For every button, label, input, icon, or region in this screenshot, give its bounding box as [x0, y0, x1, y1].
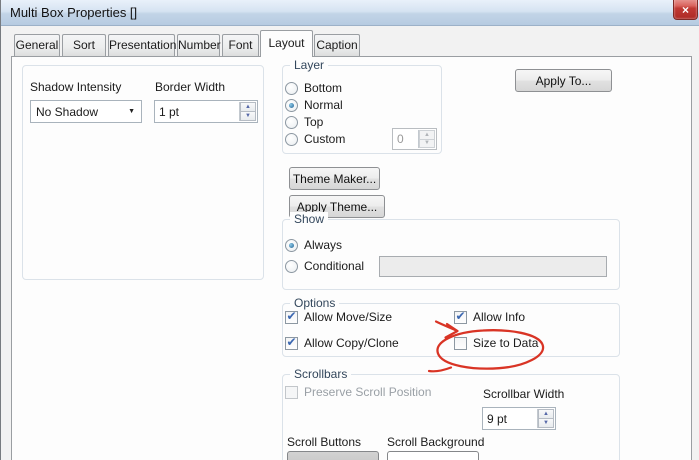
layer-custom-stepper: 0 ▲ ▼	[392, 128, 437, 150]
check-icon: ✔	[286, 335, 297, 349]
arrow-up-icon: ▲	[424, 131, 430, 138]
layer-group-title: Layer	[290, 58, 329, 72]
tab-caption[interactable]: Caption	[314, 34, 360, 56]
radio-icon	[285, 115, 298, 129]
radio-icon	[285, 132, 298, 146]
spin-up-button[interactable]: ▲	[538, 409, 554, 418]
chevron-down-icon: ▼	[128, 107, 135, 115]
tab-label: General	[15, 38, 59, 52]
shadow-intensity-value: No Shadow	[36, 104, 99, 119]
checkbox-checked-icon: ✔	[285, 335, 298, 350]
arrow-down-icon: ▼	[543, 420, 549, 426]
dialog-window: Multi Box Properties [] × General Sort P…	[0, 0, 699, 460]
border-width-label: Border Width	[155, 80, 226, 94]
window-title: Multi Box Properties []	[10, 5, 138, 20]
radio-layer-top[interactable]: Top	[285, 115, 323, 129]
spin-down-button: ▼	[419, 138, 435, 148]
checkbox-allow-move-size[interactable]: ✔ Allow Move/Size	[285, 310, 392, 324]
apply-to-label: Apply To...	[535, 73, 592, 88]
radio-label: Always	[304, 238, 343, 252]
radio-icon	[285, 81, 298, 95]
radio-show-always[interactable]: Always	[285, 238, 342, 252]
tab-label: Number	[178, 38, 221, 52]
checkbox-label: Allow Move/Size	[304, 310, 393, 324]
theme-maker-label: Theme Maker...	[292, 171, 377, 186]
close-button[interactable]: ×	[673, 0, 698, 20]
radio-layer-bottom[interactable]: Bottom	[285, 81, 342, 95]
close-icon: ×	[681, 3, 689, 17]
shadow-border-group	[22, 65, 264, 280]
arrow-up-icon: ▲	[543, 411, 549, 417]
scrollbars-group-title: Scrollbars	[290, 367, 352, 381]
arrow-down-icon: ▼	[424, 140, 430, 147]
layer-custom-value: 0	[397, 132, 404, 146]
layout-tab-page: Shadow Intensity No Shadow ▼ Border Widt…	[11, 56, 692, 460]
radio-icon	[285, 98, 298, 112]
scrollbar-width-stepper[interactable]: 9 pt ▲ ▼	[482, 407, 556, 430]
radio-icon	[285, 259, 298, 273]
radio-label: Bottom	[304, 81, 343, 95]
theme-maker-button[interactable]: Theme Maker...	[289, 167, 380, 190]
radio-icon	[285, 238, 298, 252]
tab-label: Font	[228, 38, 253, 52]
checkbox-preserve-scroll-position: Preserve Scroll Position	[285, 385, 431, 399]
checkbox-checked-icon: ✔	[454, 309, 467, 324]
arrow-down-icon: ▼	[245, 113, 251, 119]
spin-down-button[interactable]: ▼	[240, 111, 256, 121]
tab-label: Presentation	[109, 38, 177, 52]
spin-down-button[interactable]: ▼	[538, 418, 554, 428]
scroll-buttons-color-button[interactable]	[287, 451, 379, 460]
arrow-up-icon: ▲	[245, 104, 251, 110]
show-group-title: Show	[290, 212, 329, 226]
radio-label: Top	[304, 115, 324, 129]
radio-label: Conditional	[304, 259, 365, 273]
checkbox-unchecked-icon	[285, 385, 298, 399]
title-bar[interactable]: Multi Box Properties [] ×	[1, 0, 699, 26]
checkbox-label: Allow Info	[473, 310, 526, 324]
scroll-background-color-button[interactable]	[387, 451, 479, 460]
check-icon: ✔	[455, 309, 466, 323]
show-group: Show	[282, 212, 620, 290]
tab-general[interactable]: General	[14, 34, 60, 56]
checkbox-label: Size to Data	[473, 336, 539, 350]
check-icon: ✔	[286, 309, 297, 323]
tab-label: Caption	[316, 38, 358, 52]
shadow-intensity-label: Shadow Intensity	[30, 80, 122, 94]
checkbox-label: Preserve Scroll Position	[304, 385, 432, 399]
radio-show-conditional[interactable]: Conditional	[285, 259, 364, 273]
conditional-expression-field	[379, 256, 607, 277]
tab-label: Sort	[72, 38, 95, 52]
shadow-intensity-select[interactable]: No Shadow ▼	[30, 100, 142, 123]
tab-number[interactable]: Number	[177, 34, 221, 56]
checkbox-allow-copy-clone[interactable]: ✔ Allow Copy/Clone	[285, 336, 399, 350]
tab-presentation[interactable]: Presentation	[108, 34, 177, 56]
checkbox-label: Allow Copy/Clone	[304, 336, 399, 350]
radio-label: Normal	[304, 98, 343, 112]
radio-label: Custom	[304, 132, 346, 146]
tab-label: Layout	[268, 36, 305, 50]
checkbox-allow-info[interactable]: ✔ Allow Info	[454, 310, 525, 324]
radio-layer-normal[interactable]: Normal	[285, 98, 343, 112]
scroll-buttons-label: Scroll Buttons	[287, 435, 362, 449]
radio-layer-custom[interactable]: Custom	[285, 132, 345, 146]
tab-sort[interactable]: Sort	[62, 34, 106, 56]
border-width-stepper[interactable]: 1 pt ▲ ▼	[154, 100, 258, 123]
checkbox-size-to-data[interactable]: Size to Data	[454, 336, 538, 350]
tab-layout[interactable]: Layout	[260, 30, 313, 57]
spin-up-button[interactable]: ▲	[240, 102, 256, 111]
checkbox-checked-icon: ✔	[285, 309, 298, 324]
spin-up-button: ▲	[419, 130, 435, 139]
border-width-value: 1 pt	[159, 104, 180, 119]
checkbox-unchecked-icon	[454, 336, 467, 350]
options-group-title: Options	[290, 296, 340, 310]
tab-font[interactable]: Font	[222, 34, 259, 56]
scrollbar-width-label: Scrollbar Width	[483, 387, 565, 401]
scrollbar-width-value: 9 pt	[487, 411, 508, 426]
apply-to-button[interactable]: Apply To...	[515, 69, 612, 92]
scroll-background-label: Scroll Background	[387, 435, 485, 449]
